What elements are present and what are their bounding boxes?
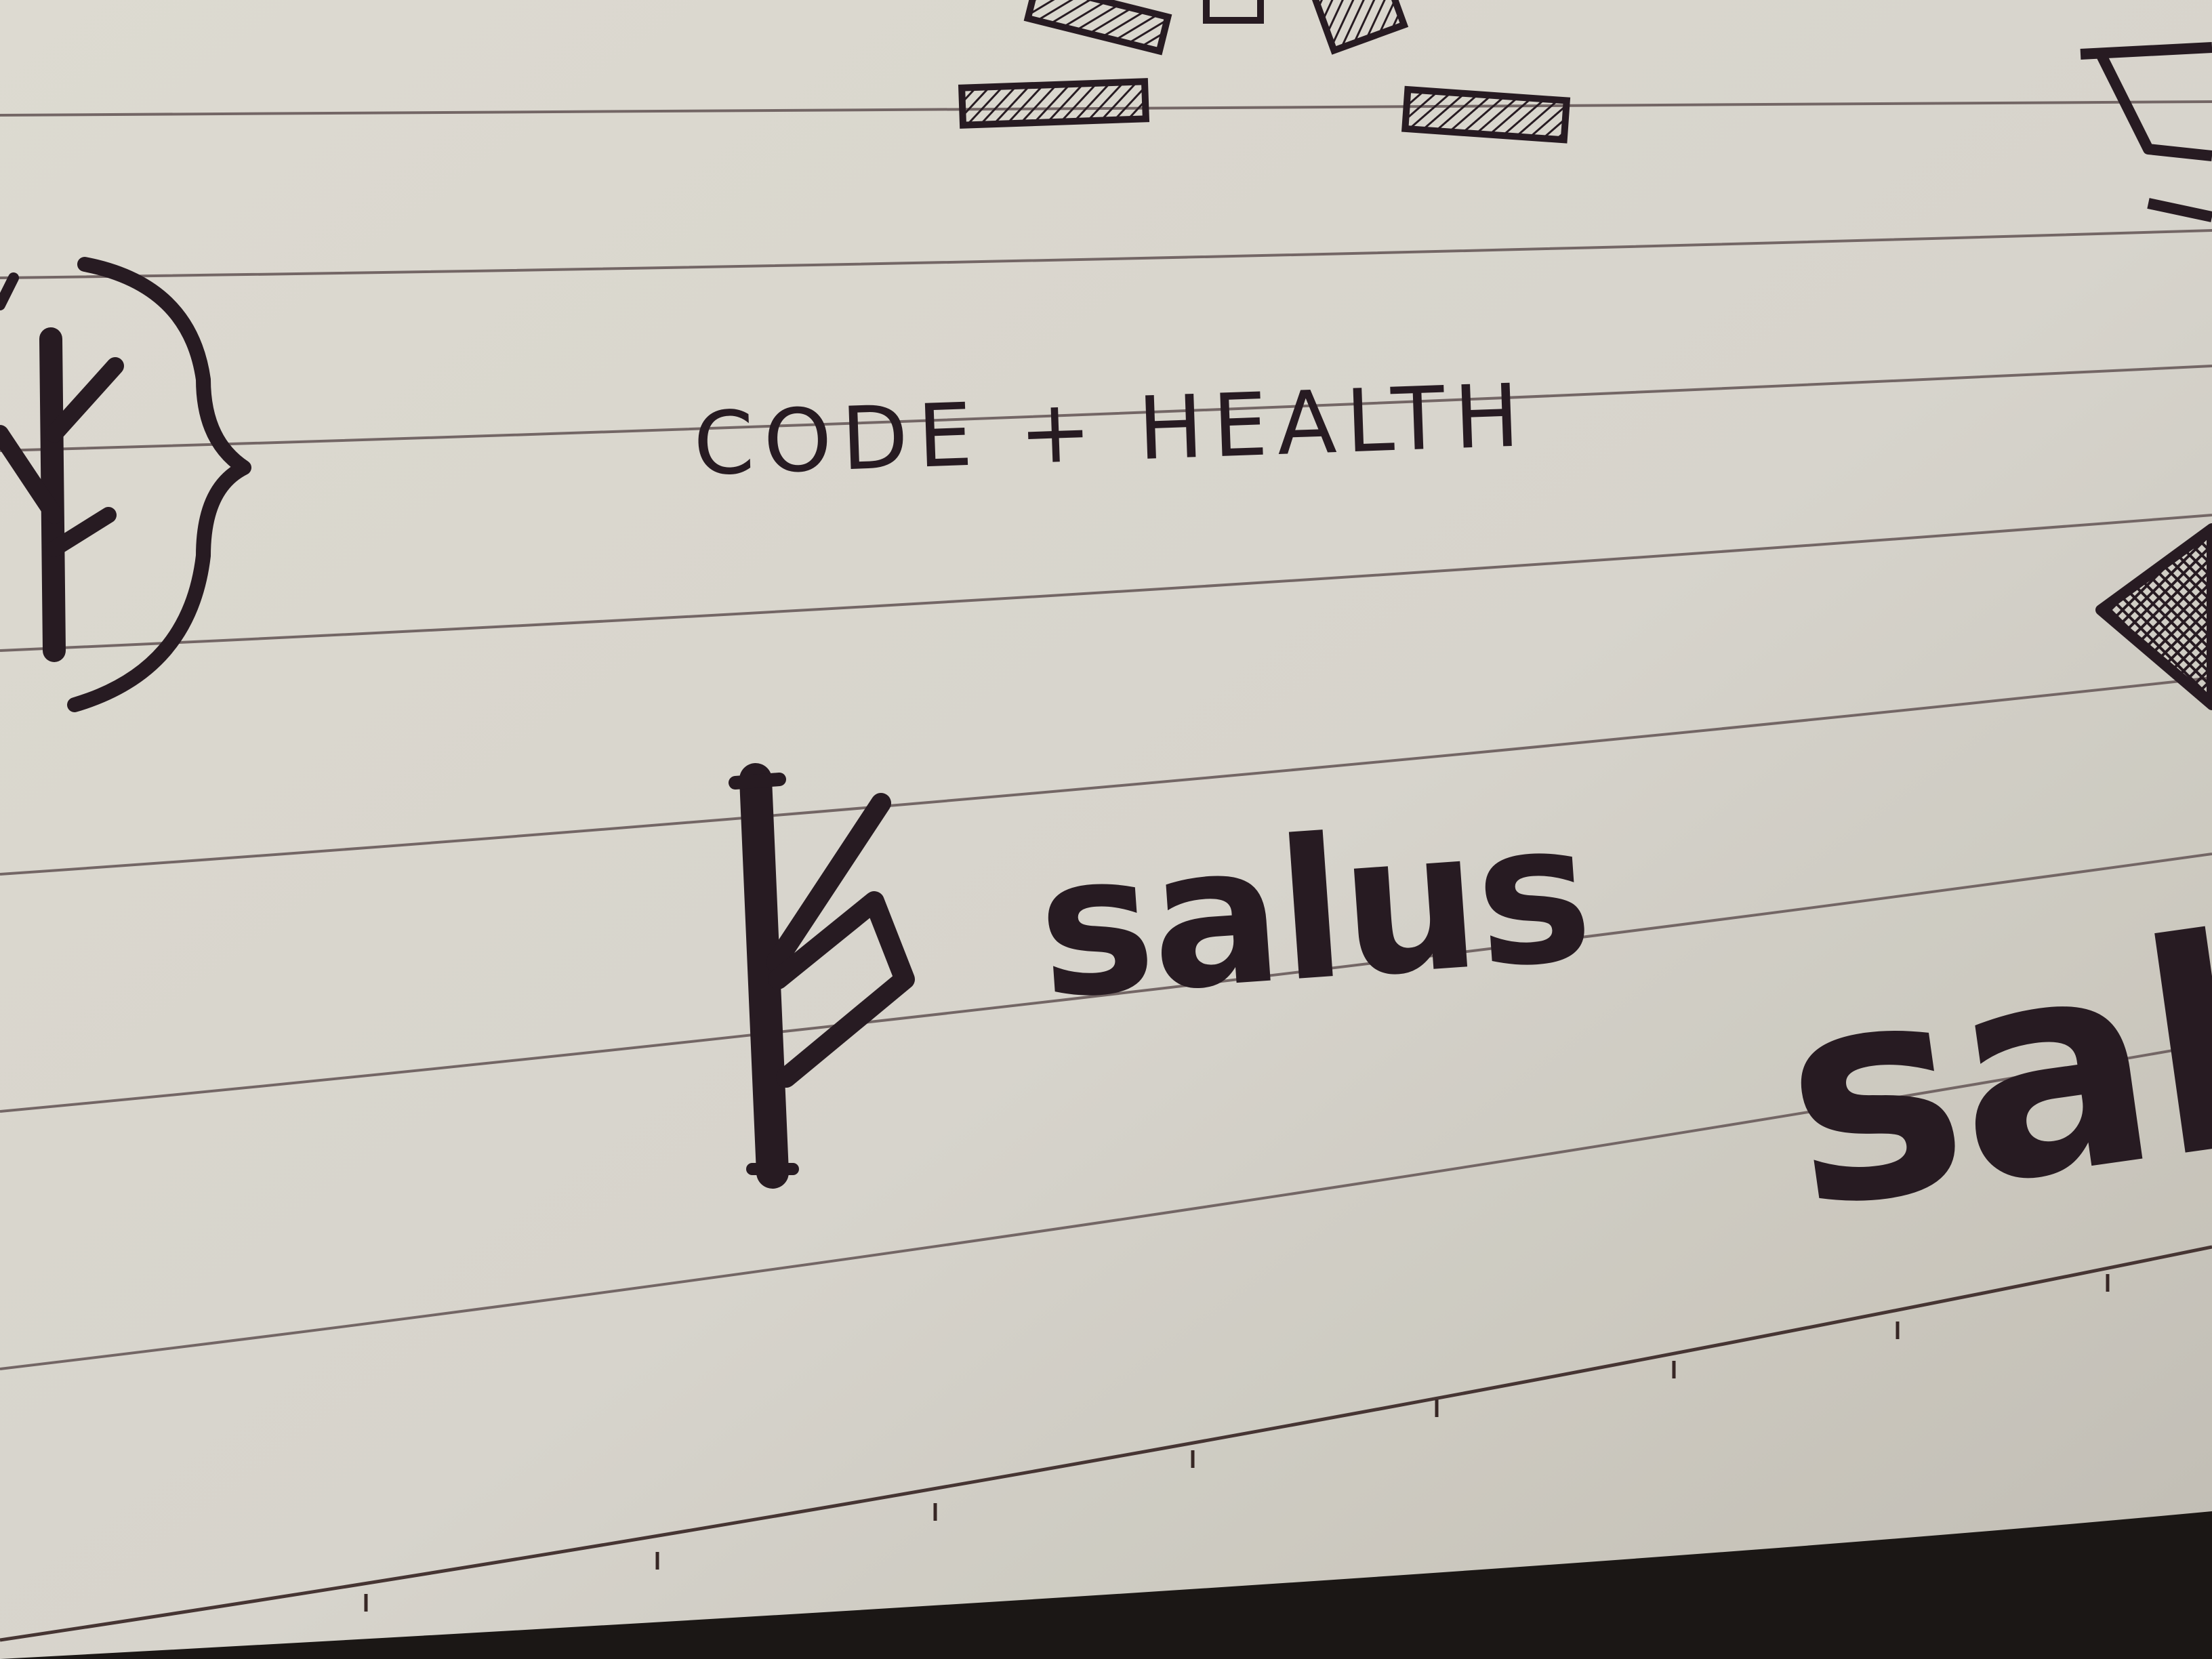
- vignette: [0, 0, 2212, 1659]
- notebook-photo: CODE + HEALTH salus sal: [0, 0, 2212, 1659]
- notebook-page: CODE + HEALTH salus sal: [0, 0, 2212, 1659]
